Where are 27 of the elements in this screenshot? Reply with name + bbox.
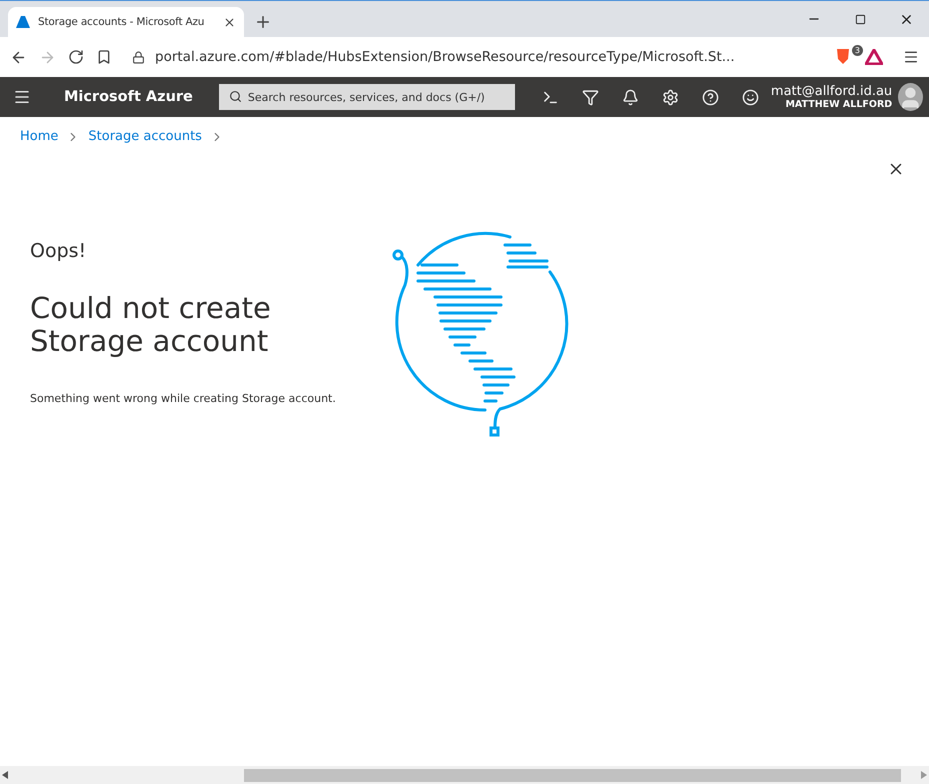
error-message: Something went wrong while creating Storage account. [30,392,336,405]
search-field[interactable]: Search resources, services, and docs (G+/) [218,84,515,110]
breadcrumb-link[interactable]: Home [20,129,58,144]
close-icon[interactable] [223,16,236,28]
search-icon [228,90,242,103]
url-text: portal.azure.com/#blade/HubsExtension/BrowseResource/resourceType/Microsoft.St... [155,49,736,65]
breadcrumb-link[interactable]: Storage accounts [88,129,202,144]
triangle-icon[interactable] [865,49,883,65]
tab-title: Storage accounts - Microsoft Azu [38,16,206,28]
lock-icon [132,50,145,64]
brand-name[interactable]: Microsoft Azure [64,89,193,105]
horizontal-scrollbar[interactable] [0,766,929,784]
avatar-icon[interactable] [898,83,923,111]
left-arrow-icon[interactable] [2,771,8,779]
error-title: Could not create Storage account [30,292,272,358]
triangle-logo-icon [16,16,30,28]
extension-badge: 3 [852,45,863,56]
menu-icon[interactable] [903,49,919,65]
scrollbar-thumb[interactable] [244,768,901,782]
browser-tab[interactable]: Storage accounts - Microsoft Azu [8,7,244,37]
error-kicker: Oops! [30,240,88,262]
bookmark-button[interactable] [96,49,112,65]
new-tab-button[interactable] [254,13,272,31]
maximize-icon[interactable] [854,14,866,24]
user-email[interactable]: matt@allford.id.au [770,84,892,99]
user-name[interactable]: MATTHEW ALLFORD [785,99,892,110]
reload-button[interactable] [68,49,84,65]
